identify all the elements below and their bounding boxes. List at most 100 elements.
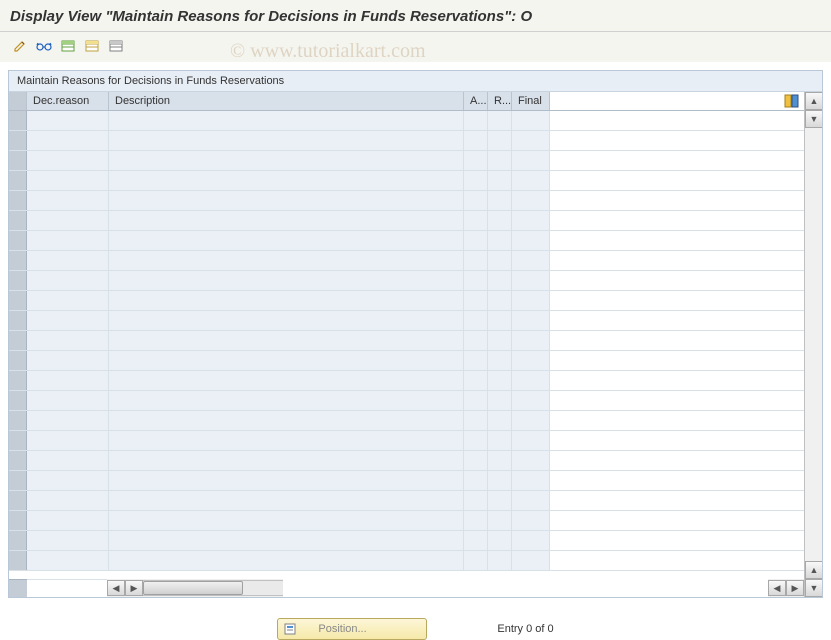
cell-r[interactable] xyxy=(488,471,512,490)
table-row[interactable] xyxy=(9,491,804,511)
cell-final[interactable] xyxy=(512,451,550,470)
cell-description[interactable] xyxy=(109,351,464,370)
cell-a[interactable] xyxy=(464,171,488,190)
cell-r[interactable] xyxy=(488,151,512,170)
table-row[interactable] xyxy=(9,151,804,171)
table-row[interactable] xyxy=(9,291,804,311)
cell-a[interactable] xyxy=(464,291,488,310)
cell-a[interactable] xyxy=(464,491,488,510)
cell-description[interactable] xyxy=(109,111,464,130)
table-row[interactable] xyxy=(9,371,804,391)
cell-final[interactable] xyxy=(512,271,550,290)
cell-a[interactable] xyxy=(464,111,488,130)
table-row[interactable] xyxy=(9,171,804,191)
cell-description[interactable] xyxy=(109,371,464,390)
table-row[interactable] xyxy=(9,131,804,151)
cell-r[interactable] xyxy=(488,271,512,290)
cell-r[interactable] xyxy=(488,171,512,190)
cell-final[interactable] xyxy=(512,491,550,510)
table-row[interactable] xyxy=(9,111,804,131)
cell-description[interactable] xyxy=(109,511,464,530)
cell-dec-reason[interactable] xyxy=(27,331,109,350)
row-selector[interactable] xyxy=(9,471,27,490)
col-a[interactable]: A... xyxy=(464,92,488,110)
table-row[interactable] xyxy=(9,231,804,251)
row-selector[interactable] xyxy=(9,511,27,530)
row-selector[interactable] xyxy=(9,311,27,330)
vscroll-up-icon[interactable]: ▲ xyxy=(805,92,822,110)
table-yellow-icon[interactable] xyxy=(82,36,102,56)
cell-description[interactable] xyxy=(109,231,464,250)
cell-dec-reason[interactable] xyxy=(27,131,109,150)
cell-description[interactable] xyxy=(109,431,464,450)
cell-final[interactable] xyxy=(512,251,550,270)
row-selector[interactable] xyxy=(9,411,27,430)
cell-final[interactable] xyxy=(512,371,550,390)
cell-final[interactable] xyxy=(512,431,550,450)
change-icon[interactable] xyxy=(10,36,30,56)
table-row[interactable] xyxy=(9,551,804,571)
cell-final[interactable] xyxy=(512,331,550,350)
cell-a[interactable] xyxy=(464,471,488,490)
cell-description[interactable] xyxy=(109,391,464,410)
cell-a[interactable] xyxy=(464,451,488,470)
cell-a[interactable] xyxy=(464,531,488,550)
cell-description[interactable] xyxy=(109,531,464,550)
cell-final[interactable] xyxy=(512,391,550,410)
cell-description[interactable] xyxy=(109,131,464,150)
cell-dec-reason[interactable] xyxy=(27,111,109,130)
cell-description[interactable] xyxy=(109,491,464,510)
cell-dec-reason[interactable] xyxy=(27,431,109,450)
cell-r[interactable] xyxy=(488,531,512,550)
vscroll-track[interactable] xyxy=(805,128,822,561)
cell-r[interactable] xyxy=(488,231,512,250)
cell-dec-reason[interactable] xyxy=(27,351,109,370)
cell-r[interactable] xyxy=(488,371,512,390)
cell-dec-reason[interactable] xyxy=(27,391,109,410)
row-selector[interactable] xyxy=(9,251,27,270)
cell-final[interactable] xyxy=(512,531,550,550)
cell-r[interactable] xyxy=(488,431,512,450)
cell-a[interactable] xyxy=(464,311,488,330)
cell-a[interactable] xyxy=(464,131,488,150)
row-selector[interactable] xyxy=(9,231,27,250)
cell-dec-reason[interactable] xyxy=(27,411,109,430)
table-green-icon[interactable] xyxy=(58,36,78,56)
table-row[interactable] xyxy=(9,391,804,411)
cell-final[interactable] xyxy=(512,551,550,570)
cell-r[interactable] xyxy=(488,391,512,410)
cell-r[interactable] xyxy=(488,251,512,270)
col-selector[interactable] xyxy=(9,92,27,110)
cell-dec-reason[interactable] xyxy=(27,191,109,210)
row-selector[interactable] xyxy=(9,451,27,470)
row-selector[interactable] xyxy=(9,271,27,290)
table-row[interactable] xyxy=(9,311,804,331)
table-row[interactable] xyxy=(9,211,804,231)
hscroll-track[interactable] xyxy=(143,580,283,596)
row-selector[interactable] xyxy=(9,331,27,350)
cell-final[interactable] xyxy=(512,511,550,530)
cell-r[interactable] xyxy=(488,111,512,130)
row-selector[interactable] xyxy=(9,111,27,130)
cell-description[interactable] xyxy=(109,151,464,170)
table-row[interactable] xyxy=(9,191,804,211)
cell-a[interactable] xyxy=(464,211,488,230)
row-selector[interactable] xyxy=(9,351,27,370)
cell-dec-reason[interactable] xyxy=(27,371,109,390)
vscroll-up2-icon[interactable]: ▲ xyxy=(805,561,822,579)
cell-dec-reason[interactable] xyxy=(27,451,109,470)
cell-final[interactable] xyxy=(512,131,550,150)
table-row[interactable] xyxy=(9,471,804,491)
hscroll-left-icon[interactable]: ◀ xyxy=(107,580,125,596)
cell-r[interactable] xyxy=(488,211,512,230)
row-selector[interactable] xyxy=(9,531,27,550)
table-row[interactable] xyxy=(9,531,804,551)
cell-a[interactable] xyxy=(464,231,488,250)
row-selector[interactable] xyxy=(9,171,27,190)
cell-final[interactable] xyxy=(512,411,550,430)
hscroll-right2-icon[interactable]: ▶ xyxy=(786,580,804,596)
row-selector[interactable] xyxy=(9,391,27,410)
row-selector[interactable] xyxy=(9,131,27,150)
table-row[interactable] xyxy=(9,511,804,531)
cell-r[interactable] xyxy=(488,551,512,570)
